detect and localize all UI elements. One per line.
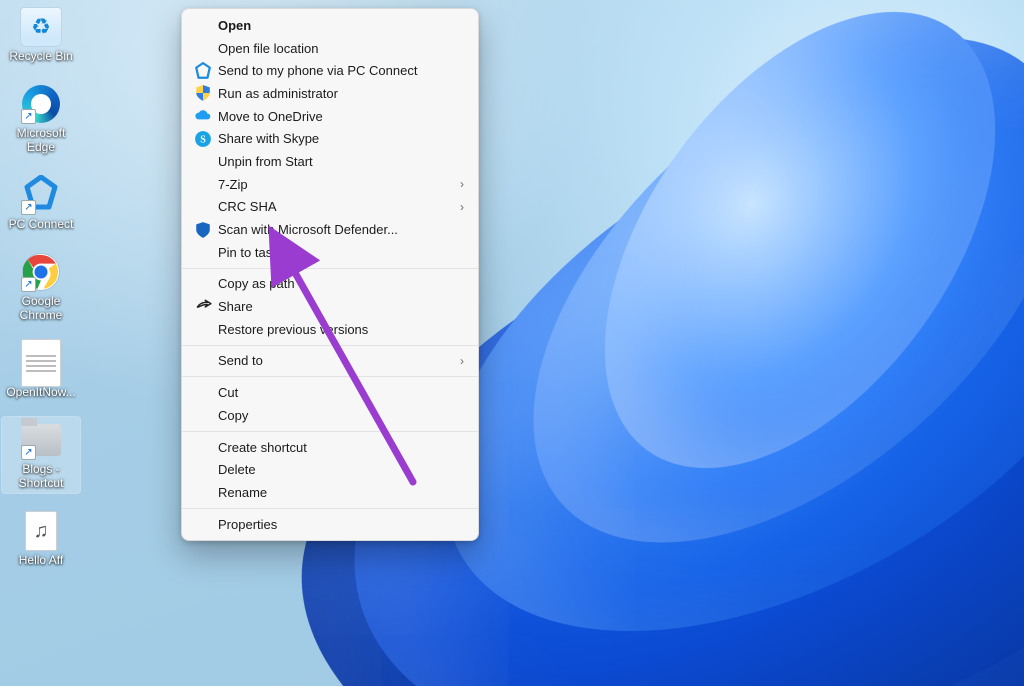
menu-item-label: Restore previous versions [212,322,464,337]
menu-item-label: Run as administrator [212,86,464,101]
text-file-icon [21,339,61,387]
desktop-icon-label: Google Chrome [3,294,79,322]
menu-item-label: Open file location [212,41,464,56]
shortcut-overlay-icon: ↗ [21,200,36,215]
menu-item-open[interactable]: Open [182,14,478,37]
pcconnect-icon [194,62,212,80]
blank-icon [194,461,212,479]
shortcut-overlay-icon: ↗ [21,277,36,292]
menu-item-pin-to-taskbar[interactable]: Pin to taskbar [182,241,478,264]
menu-item-label: Share with Skype [212,131,464,146]
chevron-right-icon: › [460,354,464,368]
chevron-right-icon: › [460,177,464,191]
blank-icon [194,16,212,34]
menu-item-open-file-location[interactable]: Open file location [182,37,478,60]
desktop-icon-label: Recycle Bin [9,49,72,63]
menu-item-send-to-phone[interactable]: Send to my phone via PC Connect [182,59,478,82]
blank-icon [194,152,212,170]
menu-item-delete[interactable]: Delete [182,458,478,481]
desktop-icon-hello-aff[interactable]: ♫ Hello Aff [2,508,80,570]
menu-item-label: Share [212,299,464,314]
desktop-wallpaper [0,0,1024,686]
menu-item-copy[interactable]: Copy [182,404,478,427]
menu-item-label: Unpin from Start [212,154,464,169]
menu-separator [182,431,478,432]
menu-item-label: Cut [212,385,464,400]
menu-item-label: CRC SHA [212,199,460,214]
menu-item-label: Send to [212,353,460,368]
menu-item-label: Copy [212,408,464,423]
desktop-icon-label: Hello Aff [19,553,63,567]
blank-icon [194,243,212,261]
menu-item-restore-previous-versions[interactable]: Restore previous versions [182,318,478,341]
recycle-bin-icon: ♻ [20,7,62,47]
menu-item-cut[interactable]: Cut [182,381,478,404]
menu-item-label: Open [212,18,464,33]
skype-icon: S [194,130,212,148]
desktop-icon-blogs-shortcut[interactable]: ↗ Blogs - Shortcut [2,417,80,493]
menu-item-label: Delete [212,462,464,477]
blank-icon [194,175,212,193]
menu-item-unpin-from-start[interactable]: Unpin from Start [182,150,478,173]
desktop-icon-recycle-bin[interactable]: ♻ Recycle Bin [2,4,80,66]
blank-icon [194,275,212,293]
context-menu[interactable]: Open Open file location Send to my phone… [181,8,479,541]
shield-uac-icon [194,84,212,102]
desktop-icon-microsoft-edge[interactable]: ↗ Microsoft Edge [2,81,80,157]
share-icon [194,298,212,316]
desktop-icon-pc-connect[interactable]: ↗ PC Connect [2,172,80,234]
menu-item-rename[interactable]: Rename [182,481,478,504]
blank-icon [194,352,212,370]
audio-file-icon: ♫ [25,511,57,551]
blank-icon [194,39,212,57]
menu-item-copy-as-path[interactable]: Copy as path [182,273,478,296]
menu-item-label: Copy as path [212,276,464,291]
menu-separator [182,508,478,509]
menu-item-share-with-skype[interactable]: S Share with Skype [182,127,478,150]
menu-item-label: 7-Zip [212,177,460,192]
menu-item-crc-sha[interactable]: CRC SHA › [182,196,478,219]
onedrive-icon [194,107,212,125]
menu-separator [182,345,478,346]
menu-separator [182,268,478,269]
menu-item-label: Scan with Microsoft Defender... [212,222,464,237]
menu-item-label: Rename [212,485,464,500]
blank-icon [194,438,212,456]
defender-icon [194,221,212,239]
shortcut-overlay-icon: ↗ [21,445,36,460]
menu-item-label: Properties [212,517,464,532]
menu-item-label: Move to OneDrive [212,109,464,124]
menu-item-label: Send to my phone via PC Connect [212,63,464,78]
desktop-icon-label: Blogs - Shortcut [3,462,79,490]
menu-item-label: Pin to taskbar [212,245,464,260]
desktop-icons-column: ♻ Recycle Bin ↗ Microsoft Edge ↗ PC Conn… [0,0,82,574]
desktop-icon-openitnow[interactable]: OpenItNow... [2,340,80,402]
desktop-icon-label: OpenItNow... [6,385,75,399]
menu-item-run-as-administrator[interactable]: Run as administrator [182,82,478,105]
menu-item-scan-with-defender[interactable]: Scan with Microsoft Defender... [182,218,478,241]
blank-icon [194,384,212,402]
menu-item-send-to[interactable]: Send to › [182,350,478,373]
blank-icon [194,515,212,533]
menu-item-7zip[interactable]: 7-Zip › [182,173,478,196]
blank-icon [194,483,212,501]
blank-icon [194,198,212,216]
svg-text:S: S [200,134,206,145]
blank-icon [194,406,212,424]
desktop-icon-label: Microsoft Edge [3,126,79,154]
menu-item-label: Create shortcut [212,440,464,455]
menu-item-create-shortcut[interactable]: Create shortcut [182,436,478,459]
blank-icon [194,320,212,338]
menu-item-share[interactable]: Share [182,295,478,318]
desktop-icon-google-chrome[interactable]: ↗ Google Chrome [2,249,80,325]
menu-item-properties[interactable]: Properties [182,513,478,536]
menu-separator [182,376,478,377]
chevron-right-icon: › [460,200,464,214]
menu-item-move-to-onedrive[interactable]: Move to OneDrive [182,105,478,128]
desktop-icon-label: PC Connect [9,217,74,231]
shortcut-overlay-icon: ↗ [21,109,36,124]
